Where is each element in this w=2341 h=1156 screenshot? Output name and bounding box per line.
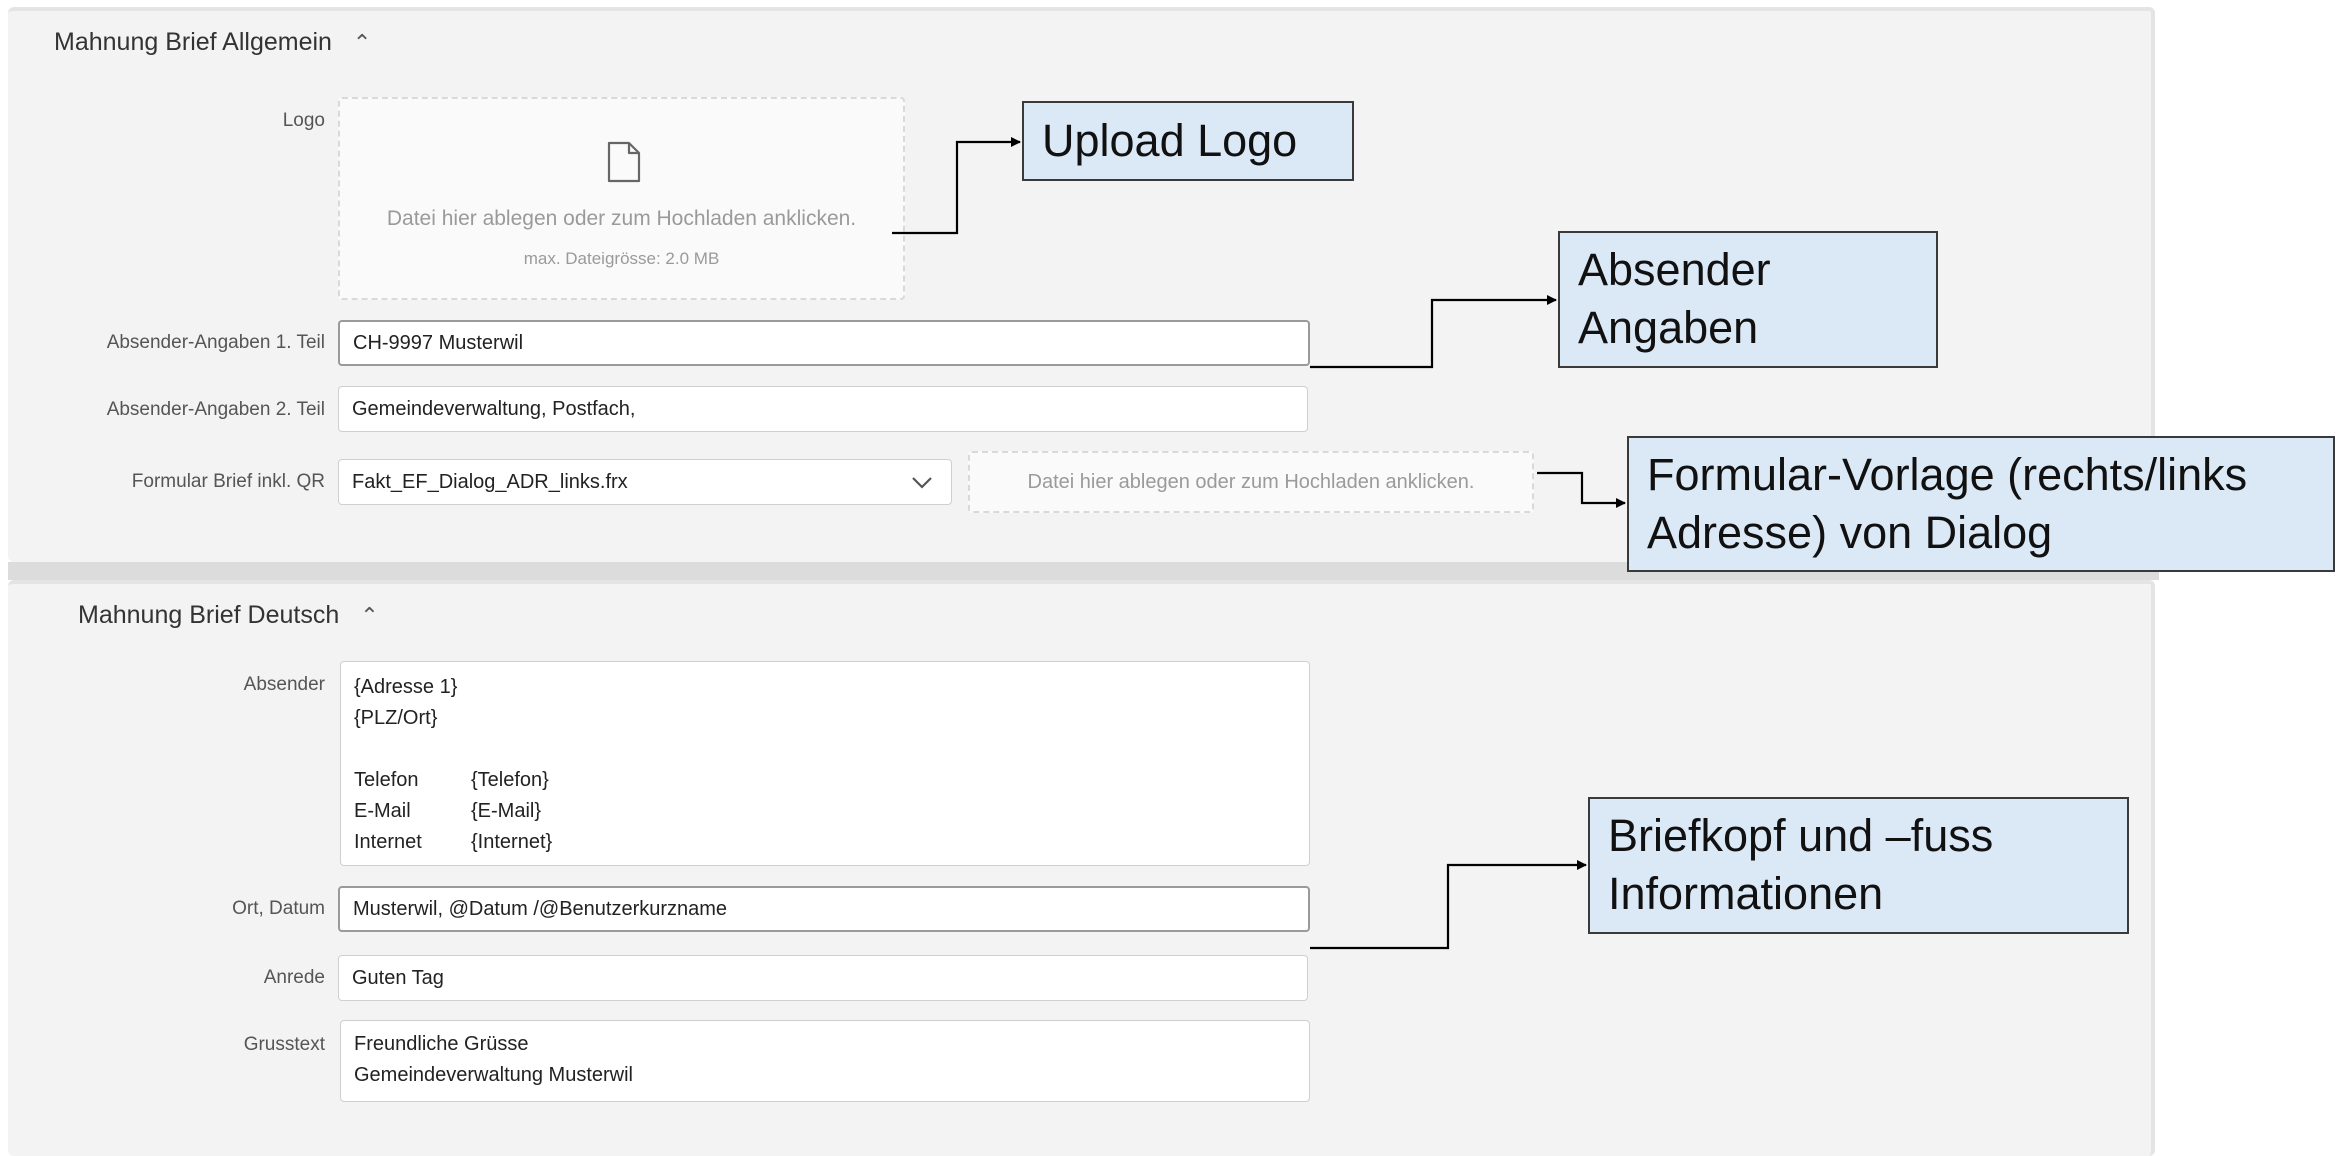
arrow-briefkopf-fuss [1310, 860, 1587, 950]
connector-arrows [892, 137, 1626, 950]
arrow-upload-logo [892, 137, 1021, 235]
arrow-absender-angaben [1310, 295, 1557, 369]
arrow-formular-vorlage [1537, 471, 1626, 508]
